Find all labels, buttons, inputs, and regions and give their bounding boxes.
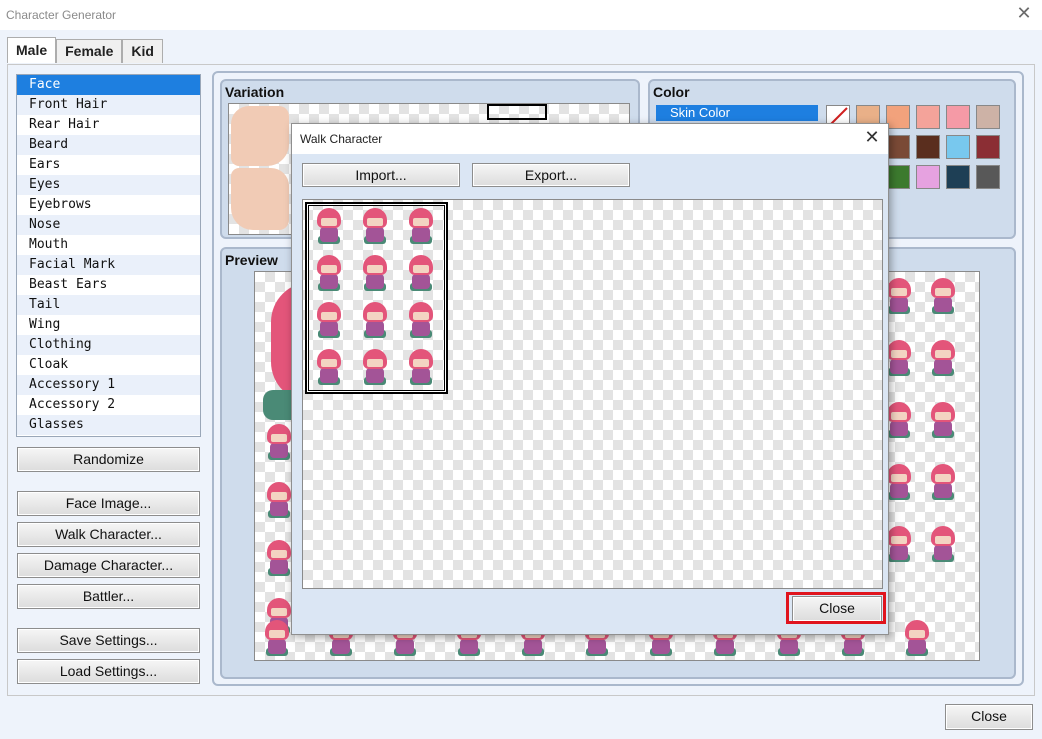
color-target-selected[interactable]: Skin Color (656, 105, 818, 121)
part-item[interactable]: Accessory 2 (17, 395, 200, 415)
color-swatch[interactable] (916, 165, 940, 189)
selected-variation-frame (487, 104, 547, 120)
save-settings-button[interactable]: Save Settings... (17, 628, 200, 653)
character-sprite (899, 618, 935, 658)
part-item[interactable]: Accessory 1 (17, 375, 200, 395)
color-swatch[interactable] (886, 135, 910, 159)
character-sprite (925, 338, 961, 378)
randomize-button[interactable]: Randomize (17, 447, 200, 472)
walk-spritesheet (305, 202, 448, 394)
preview-title: Preview (225, 252, 278, 268)
import-button[interactable]: Import... (302, 163, 460, 187)
dialog-title: Walk Character (300, 132, 383, 146)
load-settings-button[interactable]: Load Settings... (17, 659, 200, 684)
close-button-highlight (786, 592, 886, 624)
color-swatch[interactable] (916, 105, 940, 129)
part-item[interactable]: Beast Ears (17, 275, 200, 295)
face-variation-thumb[interactable] (231, 168, 289, 230)
color-target-label: Skin Color (670, 105, 730, 120)
tab-kid[interactable]: Kid (122, 39, 163, 63)
character-sprite (357, 253, 393, 293)
character-sprite (403, 300, 439, 340)
walk-character-dialog: Walk Character ✕ Import... Export... Clo… (291, 123, 889, 635)
character-sprite (311, 253, 347, 293)
color-swatch[interactable] (976, 105, 1000, 129)
part-item[interactable]: Clothing (17, 335, 200, 355)
color-swatch[interactable] (946, 105, 970, 129)
character-sprite (259, 618, 295, 658)
color-swatch[interactable] (886, 105, 910, 129)
part-item[interactable]: Facial Mark (17, 255, 200, 275)
part-item[interactable]: Face (17, 75, 200, 95)
window-close-icon[interactable]: ✕ (1014, 4, 1034, 24)
character-sprite (403, 347, 439, 387)
character-sprite (311, 206, 347, 246)
character-sprite (357, 347, 393, 387)
character-sprite (403, 206, 439, 246)
part-item[interactable]: Nose (17, 215, 200, 235)
character-sprite (357, 300, 393, 340)
part-item[interactable]: Cloak (17, 355, 200, 375)
export-button[interactable]: Export... (472, 163, 630, 187)
part-item[interactable]: Eyebrows (17, 195, 200, 215)
color-swatch[interactable] (976, 165, 1000, 189)
part-item[interactable]: Wing (17, 315, 200, 335)
part-item[interactable]: Eyes (17, 175, 200, 195)
character-sprite (925, 400, 961, 440)
face-image-button[interactable]: Face Image... (17, 491, 200, 516)
character-sprite (357, 206, 393, 246)
character-sprite (311, 300, 347, 340)
dialog-close-icon[interactable]: ✕ (862, 128, 882, 148)
color-swatch[interactable] (916, 135, 940, 159)
window-title: Character Generator (6, 8, 117, 22)
dialog-titlebar: Walk Character ✕ (292, 124, 888, 154)
part-item[interactable]: Beard (17, 135, 200, 155)
color-swatch[interactable] (886, 165, 910, 189)
part-list[interactable]: Face Front Hair Rear Hair Beard Ears Eyes Eyeb… (16, 74, 201, 437)
face-variation-thumb[interactable] (231, 106, 289, 166)
part-item[interactable]: Glasses (17, 415, 200, 435)
tab-female[interactable]: Female (56, 39, 123, 63)
part-item[interactable]: Ears (17, 155, 200, 175)
damage-character-button[interactable]: Damage Character... (17, 553, 200, 578)
character-sprite (311, 347, 347, 387)
color-title: Color (653, 84, 690, 100)
character-sprite (925, 276, 961, 316)
part-item[interactable]: Front Hair (17, 95, 200, 115)
close-button[interactable]: Close (945, 704, 1033, 730)
part-item[interactable]: Rear Hair (17, 115, 200, 135)
part-item[interactable]: Tail (17, 295, 200, 315)
character-sprite (403, 253, 439, 293)
color-swatch[interactable] (976, 135, 1000, 159)
variation-title: Variation (225, 84, 285, 100)
character-sprite (925, 462, 961, 502)
gender-tabs: Male Female Kid (7, 37, 163, 64)
color-swatch[interactable] (946, 135, 970, 159)
character-sprite (925, 524, 961, 564)
color-swatch[interactable] (946, 165, 970, 189)
walk-character-button[interactable]: Walk Character... (17, 522, 200, 547)
battler-button[interactable]: Battler... (17, 584, 200, 609)
walk-sheet-canvas (302, 199, 883, 589)
window-titlebar: Character Generator ✕ (0, 0, 1042, 30)
tab-male[interactable]: Male (7, 37, 57, 63)
part-item[interactable]: Mouth (17, 235, 200, 255)
